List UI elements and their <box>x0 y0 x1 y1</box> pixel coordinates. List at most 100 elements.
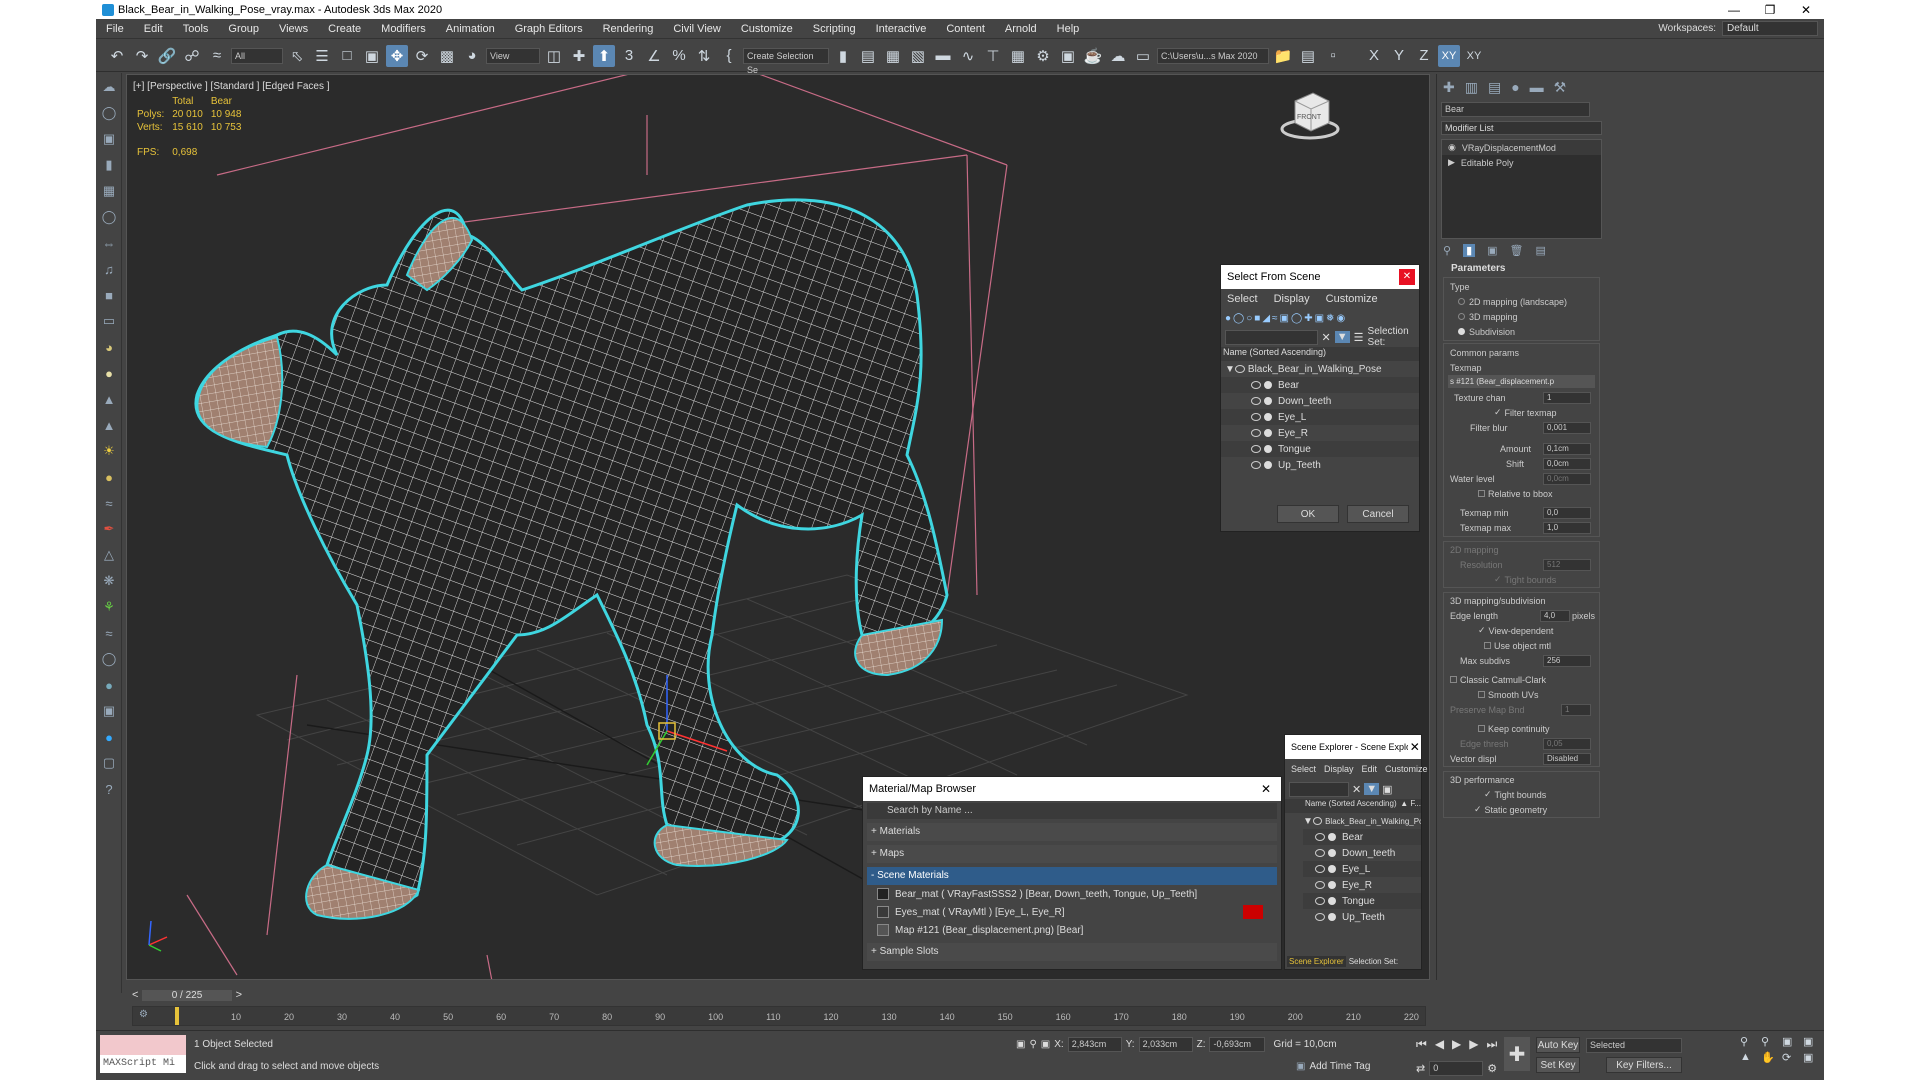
select-by-name-icon[interactable]: ☰ <box>311 45 333 67</box>
object-name-field[interactable]: Bear <box>1441 102 1590 117</box>
maxscript-white-line[interactable]: MAXScript Mi <box>100 1055 186 1073</box>
zoom-extents-icon[interactable]: ▣ <box>1782 1035 1800 1048</box>
tree-item[interactable]: Up_Teeth <box>1221 457 1419 473</box>
visibility-icon[interactable] <box>1234 365 1245 373</box>
select-dialog-menu-display[interactable]: Display <box>1274 293 1310 305</box>
grass-icon[interactable]: ⚘ <box>98 596 120 618</box>
menu-arnold[interactable]: Arnold <box>995 23 1047 35</box>
keyboard-shortcut-icon[interactable]: ⬆ <box>593 44 615 67</box>
axis-z-button[interactable]: Z <box>1413 45 1435 67</box>
tree-item[interactable]: Eye_R <box>1303 877 1421 893</box>
scene-explorer-column-freeze[interactable]: ▲ F... <box>1400 799 1421 813</box>
go-to-end-icon[interactable]: ⏭ <box>1487 1037 1498 1052</box>
visibility-icon[interactable] <box>1251 413 1261 421</box>
set-project-icon[interactable]: ▤ <box>1297 45 1319 67</box>
scene-explorer-name-dropdown[interactable]: Scene Explorer <box>1287 956 1346 967</box>
scene-explorer-menu-select[interactable]: Select <box>1291 764 1316 774</box>
filter-bones-icon[interactable]: ✚ <box>1304 313 1312 324</box>
menu-civil-view[interactable]: Civil View <box>663 23 730 35</box>
maps-group[interactable]: + Maps <box>867 845 1277 863</box>
tight-bounds-2d-row[interactable]: ✓ Tight bounds <box>1444 572 1599 587</box>
modify-tab-icon[interactable]: ▥ <box>1465 79 1478 96</box>
render-icon[interactable]: ☕ <box>1082 45 1104 67</box>
filter-cameras-icon[interactable]: ■ <box>1254 313 1260 324</box>
use-object-mtl-row[interactable]: Use object mtl <box>1444 638 1599 653</box>
menu-customize[interactable]: Customize <box>731 23 803 35</box>
angle-snap-icon[interactable]: ∠ <box>643 45 665 67</box>
axis-xy-button[interactable]: XY <box>1438 44 1460 67</box>
hair-icon[interactable]: ≈ <box>98 622 120 644</box>
key-filters-button[interactable]: Key Filters... <box>1606 1057 1682 1073</box>
layers-icon[interactable]: ☰ <box>1354 331 1364 344</box>
fur-icon[interactable]: ≈ <box>98 492 120 514</box>
select-dialog-column-header[interactable]: Name (Sorted Ascending) <box>1221 347 1419 361</box>
create-shape-icon[interactable]: ◯ <box>98 102 120 124</box>
select-manipulate-icon[interactable]: ✚ <box>568 45 590 67</box>
select-scale-icon[interactable]: ▩ <box>436 45 458 67</box>
menu-animation[interactable]: Animation <box>436 23 505 35</box>
lock-selection-icon[interactable]: ⚲ <box>1029 1039 1036 1050</box>
visibility-icon[interactable] <box>1315 881 1325 889</box>
texmap-button[interactable]: s #121 (Bear_displacement.p <box>1448 375 1595 388</box>
rect-selection-icon[interactable]: □ <box>336 45 358 67</box>
material-editor-icon[interactable]: ▦ <box>1007 45 1029 67</box>
filter-frozen-icon[interactable]: ❅ <box>1326 313 1334 324</box>
vray-toolbar-icon[interactable]: ● <box>98 726 120 748</box>
zoom-extents-all-icon[interactable]: ▣ <box>1803 1035 1821 1048</box>
stack-item-editable-poly[interactable]: ▶ Editable Poly <box>1442 155 1601 170</box>
motion-tab-icon[interactable]: ● <box>1511 79 1519 95</box>
project-path-dropdown[interactable]: C:\Users\u...s Max 2020 <box>1157 47 1269 64</box>
hierarchy-tab-icon[interactable]: ▤ <box>1488 79 1501 96</box>
percent-snap-icon[interactable]: % <box>668 45 690 67</box>
time-slider-next-icon[interactable]: > <box>232 989 242 1001</box>
scene-explorer-column-header[interactable]: Name (Sorted Ascending) ▲ F... <box>1285 799 1421 813</box>
render-cloud-icon[interactable]: ☁ <box>1107 45 1129 67</box>
filter-icon[interactable]: ▼ <box>1334 331 1350 343</box>
maxscript-listener[interactable]: MAXScript Mi <box>100 1035 186 1075</box>
key-mode-icon[interactable]: ⇄ <box>1416 1062 1425 1075</box>
unlink-icon[interactable]: ☍ <box>181 45 203 67</box>
a360-icon[interactable]: ▭ <box>1132 45 1154 67</box>
select-dialog-menu-customize[interactable]: Customize <box>1326 293 1378 305</box>
brush-icon[interactable]: ✒ <box>98 518 120 540</box>
visibility-icon[interactable] <box>1251 381 1261 389</box>
schematic-view-icon[interactable]: ⊤ <box>982 45 1004 67</box>
plane-icon[interactable]: ▲ <box>98 388 120 410</box>
trackbar-filter-icon[interactable]: ⚙ <box>139 1009 148 1020</box>
modifier-list-dropdown[interactable]: Modifier List <box>1441 121 1602 135</box>
visibility-icon[interactable] <box>1251 461 1261 469</box>
previous-frame-icon[interactable]: ◀ <box>1435 1037 1444 1052</box>
time-slider-thumb[interactable]: 0 / 225 <box>142 989 232 1001</box>
field-of-view-icon[interactable]: ▲ <box>1740 1051 1758 1064</box>
selection-filter-dropdown[interactable]: All <box>231 47 283 64</box>
shift-spinner[interactable]: 0,0cm <box>1543 457 1591 470</box>
view-dependent-row[interactable]: ✓ View-dependent <box>1444 623 1599 638</box>
scene-materials-group[interactable]: - Scene Materials <box>867 867 1277 885</box>
close-button[interactable]: ✕ <box>1788 3 1824 17</box>
isolate-icon[interactable]: ▣ <box>1016 1039 1025 1050</box>
select-place-icon[interactable]: ◕ <box>461 45 483 67</box>
modifier-visibility-icon[interactable]: ◉ <box>1448 142 1456 153</box>
stack-item-vray-displacement[interactable]: ◉ VRayDisplacementMod <box>1442 140 1601 155</box>
filter-lights-icon[interactable]: ○ <box>1246 313 1252 324</box>
menu-tools[interactable]: Tools <box>173 23 219 35</box>
visibility-icon[interactable] <box>1251 397 1261 405</box>
visibility-icon[interactable] <box>1315 833 1325 841</box>
set-key-button[interactable]: Set Key <box>1536 1057 1580 1073</box>
menu-interactive[interactable]: Interactive <box>866 23 937 35</box>
utility-icon[interactable]: ▣ <box>98 700 120 722</box>
absolute-mode-icon[interactable]: ▣ <box>1041 1039 1050 1050</box>
filter-texmap-row[interactable]: ✓ Filter texmap <box>1444 405 1599 420</box>
visibility-icon[interactable] <box>1315 913 1325 921</box>
scene-material-item[interactable]: Eyes_mat ( VRayMtl ) [Eye_L, Eye_R] <box>867 903 1277 921</box>
align-icon[interactable]: ▤ <box>857 45 879 67</box>
set-key-big-icon[interactable]: ✚ <box>1504 1037 1530 1071</box>
tree-item[interactable]: Up_Teeth <box>1303 909 1421 925</box>
tree-item[interactable]: Bear <box>1303 829 1421 845</box>
filter-containers-icon[interactable]: ▣ <box>1315 313 1324 324</box>
viewport-label[interactable]: [+] [Perspective ] [Standard ] [Edged Fa… <box>133 81 330 92</box>
select-move-icon[interactable]: ✥ <box>386 44 408 67</box>
undo-icon[interactable]: ↶ <box>106 45 128 67</box>
spinner-snap-icon[interactable]: ⇅ <box>693 45 715 67</box>
container-icon[interactable]: ▫ <box>1322 45 1344 67</box>
